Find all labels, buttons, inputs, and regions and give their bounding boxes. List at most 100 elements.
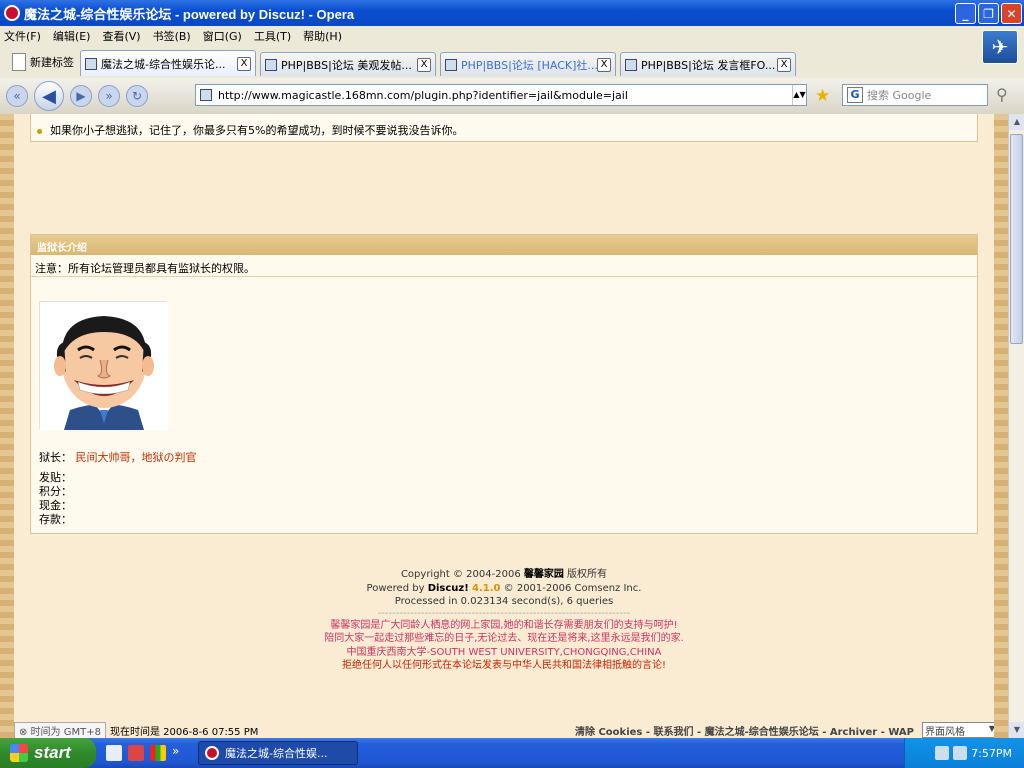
page-favicon-icon	[200, 89, 212, 101]
notice-line: 如果你小子想逃狱，记住了，你最多只有5%的希望成功，到时候不要说我没告诉你。	[50, 124, 464, 137]
new-page-icon	[12, 53, 26, 71]
menu-help[interactable]: 帮助(H)	[303, 28, 342, 44]
back-button[interactable]: ◀	[34, 81, 64, 111]
search-placeholder: 搜索 Google	[867, 89, 932, 102]
tab-4[interactable]: PHP|BBS|论坛 发言框FO... X	[620, 52, 796, 76]
tab-label: PHP|BBS|论坛 [HACK]社...	[461, 58, 597, 72]
taskbar-item-label: 魔法之城-综合性娱...	[225, 747, 328, 760]
footer-line-3: 中国重庆西南大学-SOUTH WEST UNIVERSITY,CHONGQING…	[346, 646, 662, 658]
warden-section: 监狱长介绍 注意：所有论坛管理员都具有监狱长的权限。 狱长： 民间大帅哥，地狱の…	[30, 234, 978, 534]
page-favicon-icon	[625, 58, 637, 71]
system-tray: 7:57PM	[904, 738, 1024, 768]
jail-notice-box: 如果你小子想逃狱，记住了，你最多只有5%的希望成功，到时候不要说我没告诉你。	[30, 114, 978, 142]
menu-edit[interactable]: 编辑(E)	[53, 28, 91, 44]
search-icon[interactable]: ⚲	[996, 85, 1008, 104]
comsenz-text: © 2001-2006 Comsenz Inc.	[500, 582, 642, 594]
tab-close-icon[interactable]: X	[777, 57, 791, 72]
quicklaunch-more-icon[interactable]: »	[172, 745, 188, 761]
scroll-up-icon[interactable]: ▲	[1009, 114, 1024, 130]
scroll-down-icon[interactable]: ▼	[1009, 722, 1024, 738]
new-tab-button[interactable]: 新建标签	[6, 48, 80, 76]
copyright-text: Copyright © 2004-2006	[400, 569, 524, 580]
footer-links[interactable]: 清除 Cookies - 联系我们 - 魔法之城-综合性娱乐论坛 - Archi…	[575, 723, 914, 738]
style-select[interactable]: 界面风格	[922, 722, 998, 738]
menu-window[interactable]: 窗口(G)	[203, 28, 242, 44]
windows-taskbar: start » 魔法之城-综合性娱... 7:57PM	[0, 738, 1024, 768]
warden-label: 狱长：	[39, 451, 72, 464]
windows-flag-icon	[10, 744, 28, 762]
tab-2[interactable]: PHP|BBS|论坛 美观发帖... X	[260, 52, 436, 76]
clock: 7:57PM	[971, 746, 1012, 760]
tab-close-icon[interactable]: X	[417, 57, 431, 72]
warden-row: 狱长： 民间大帅哥，地狱の判官	[39, 451, 197, 465]
start-label: start	[34, 743, 71, 762]
stat-points: 积分：	[39, 485, 72, 498]
warden-name-link[interactable]: 民间大帅哥，地狱の判官	[76, 451, 197, 464]
taskbar-item-opera[interactable]: 魔法之城-综合性娱...	[198, 741, 358, 765]
tab-1[interactable]: 魔法之城-综合性娱乐论... X	[80, 50, 256, 76]
opera-activity-icon: ✈	[982, 30, 1018, 64]
history-icon[interactable]: «	[6, 85, 28, 107]
right-border-decoration	[994, 114, 1008, 738]
current-time: 现在时间是 2006-8-6 07:55 PM	[109, 727, 259, 738]
discuz-link[interactable]: Discuz!	[428, 583, 469, 594]
navigation-toolbar: « ◀ ▶ » ↻ http://www.magicastle.168mn.co…	[0, 78, 1024, 114]
menu-bookmarks[interactable]: 书签(B)	[153, 28, 191, 44]
tab-close-icon[interactable]: X	[237, 56, 251, 71]
maximize-button[interactable]: ❐	[978, 3, 999, 24]
bottom-bar: ⊗ 时间为 GMT+8 现在时间是 2006-8-6 07:55 PM 清除 C…	[14, 720, 1008, 738]
address-url: http://www.magicastle.168mn.com/plugin.p…	[218, 88, 628, 102]
processed-line: Processed in 0.023134 second(s), 6 queri…	[394, 596, 614, 607]
menu-tools[interactable]: 工具(T)	[254, 28, 291, 44]
page-favicon-icon	[85, 57, 97, 70]
quicklaunch-app-icon[interactable]	[150, 745, 166, 761]
new-tab-label: 新建标签	[30, 56, 74, 69]
page-favicon-icon	[265, 58, 277, 71]
footer-line-2: 陪同大家一起走过那些难忘的日子,无论过去、现在还是将来,这里永远是我们的家.	[324, 633, 684, 644]
footer-line-4: 拒绝任何人以任何形式在本论坛发表与中华人民共和国法律相抵触的言论!	[341, 660, 666, 671]
quicklaunch-explorer-icon[interactable]	[106, 745, 122, 761]
tab-label: PHP|BBS|论坛 发言框FO...	[641, 58, 776, 72]
window-titlebar[interactable]: 魔法之城-综合性娱乐论坛 - powered by Discuz! - Oper…	[0, 0, 1024, 26]
tab-3[interactable]: PHP|BBS|论坛 [HACK]社... X	[440, 52, 616, 76]
close-window-button[interactable]: ✕	[1001, 3, 1022, 24]
status-text: 时间为 GMT+8	[30, 727, 101, 738]
address-field[interactable]: http://www.magicastle.168mn.com/plugin.p…	[195, 84, 807, 106]
section-header: 监狱长介绍	[31, 235, 977, 255]
footer-line-1: 馨馨家园是广大同龄人栖息的网上家园,她的和谐长存需要朋友们的支持与呵护!	[330, 619, 678, 631]
org-link[interactable]: 馨馨家园	[524, 569, 564, 580]
status-popup[interactable]: ⊗ 时间为 GMT+8	[14, 722, 106, 738]
scroll-thumb[interactable]	[1010, 134, 1023, 344]
menu-view[interactable]: 查看(V)	[102, 28, 140, 44]
tab-label: PHP|BBS|论坛 美观发帖...	[281, 58, 412, 72]
reload-button[interactable]: ↻	[126, 85, 148, 107]
quick-launch: »	[106, 745, 188, 761]
google-icon: G	[847, 87, 863, 103]
page-footer: Copyright © 2004-2006 馨馨家园 版权所有 Powered …	[30, 568, 978, 673]
tray-network-icon[interactable]	[935, 746, 950, 760]
forward-button[interactable]: ▶	[70, 85, 92, 107]
tray-volume-icon[interactable]	[953, 746, 968, 760]
vertical-scrollbar[interactable]: ▲ ▼	[1008, 114, 1024, 738]
footer-divider: ----------------------------------------…	[377, 607, 631, 619]
menu-file[interactable]: 文件(F)	[4, 28, 41, 44]
fast-forward-button[interactable]: »	[98, 85, 120, 107]
bookmark-star-icon[interactable]: ★	[815, 86, 830, 106]
page-favicon-icon	[445, 58, 457, 71]
page-viewport: 如果你小子想逃狱，记住了，你最多只有5%的希望成功，到时候不要说我没告诉你。 监…	[0, 114, 1008, 738]
opera-logo-icon	[205, 746, 219, 760]
quicklaunch-media-icon[interactable]	[128, 745, 144, 761]
version-text: 4.1.0	[471, 582, 501, 594]
start-button[interactable]: start	[0, 738, 96, 768]
address-dropdown-icon[interactable]: ▲▼	[792, 85, 806, 105]
tab-bar: 新建标签 魔法之城-综合性娱乐论... X PHP|BBS|论坛 美观发帖...…	[0, 46, 970, 76]
stat-posts: 发贴：	[39, 471, 72, 484]
warden-note: 注意：所有论坛管理员都具有监狱长的权限。	[31, 255, 977, 277]
copyright-line: Copyright © 2004-2006 馨馨家园 版权所有	[30, 568, 978, 582]
search-input[interactable]: G 搜索 Google	[842, 84, 988, 106]
tab-close-icon[interactable]: X	[597, 57, 611, 72]
minimize-button[interactable]: _	[955, 3, 976, 24]
bullet-icon	[37, 128, 42, 134]
powered-text: Powered by	[366, 582, 428, 594]
menu-bar: 文件(F) 编辑(E) 查看(V) 书签(B) 窗口(G) 工具(T) 帮助(H…	[0, 26, 1024, 46]
